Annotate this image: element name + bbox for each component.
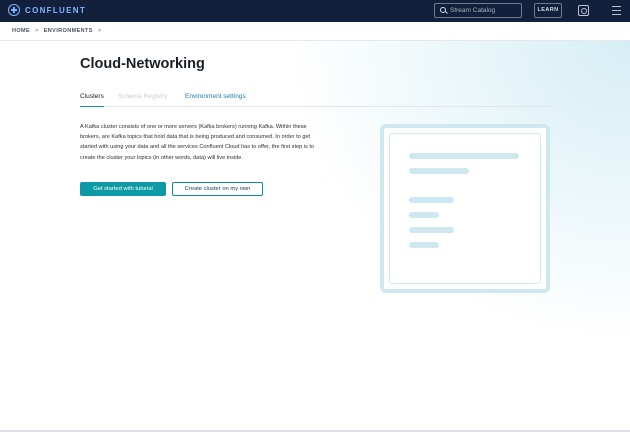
breadcrumb-separator: > bbox=[35, 28, 39, 34]
breadcrumb: HOME > ENVIRONMENTS > bbox=[12, 28, 106, 34]
learn-button[interactable]: LEARN bbox=[534, 3, 562, 18]
illustration-line bbox=[409, 227, 454, 233]
confluent-logo[interactable]: CONFLUENT bbox=[8, 4, 86, 16]
illustration-line bbox=[409, 197, 454, 203]
menu-icon[interactable] bbox=[612, 6, 621, 15]
tab-environment-settings[interactable]: Environment settings bbox=[185, 93, 246, 107]
get-started-tutorial-button[interactable]: Get started with tutorial bbox=[80, 182, 166, 196]
logo-text: CONFLUENT bbox=[25, 5, 87, 15]
tab-bar: Clusters Schema Registry Environment set… bbox=[80, 93, 550, 107]
illustration-line bbox=[409, 168, 469, 174]
illustration-line bbox=[409, 153, 519, 159]
illustration-line bbox=[409, 212, 439, 218]
top-navigation-bar: CONFLUENT LEARN bbox=[0, 0, 630, 22]
search-input[interactable] bbox=[450, 7, 520, 14]
page-title: Cloud-Networking bbox=[80, 56, 205, 72]
stream-catalog-search[interactable] bbox=[434, 3, 522, 18]
clusters-description: A Kafka cluster consists of one or more … bbox=[80, 124, 315, 161]
tab-clusters[interactable]: Clusters bbox=[80, 93, 104, 107]
confluent-logo-icon bbox=[8, 4, 20, 16]
search-icon bbox=[440, 7, 447, 14]
breadcrumb-environments[interactable]: ENVIRONMENTS bbox=[44, 28, 93, 34]
help-icon[interactable] bbox=[578, 5, 589, 16]
tab-schema-registry: Schema Registry bbox=[118, 93, 168, 100]
breadcrumb-home[interactable]: HOME bbox=[12, 28, 30, 34]
breadcrumb-separator: > bbox=[97, 28, 102, 34]
cluster-illustration bbox=[380, 124, 550, 293]
illustration-line bbox=[409, 242, 439, 248]
create-cluster-button[interactable]: Create cluster on my own bbox=[172, 182, 263, 196]
